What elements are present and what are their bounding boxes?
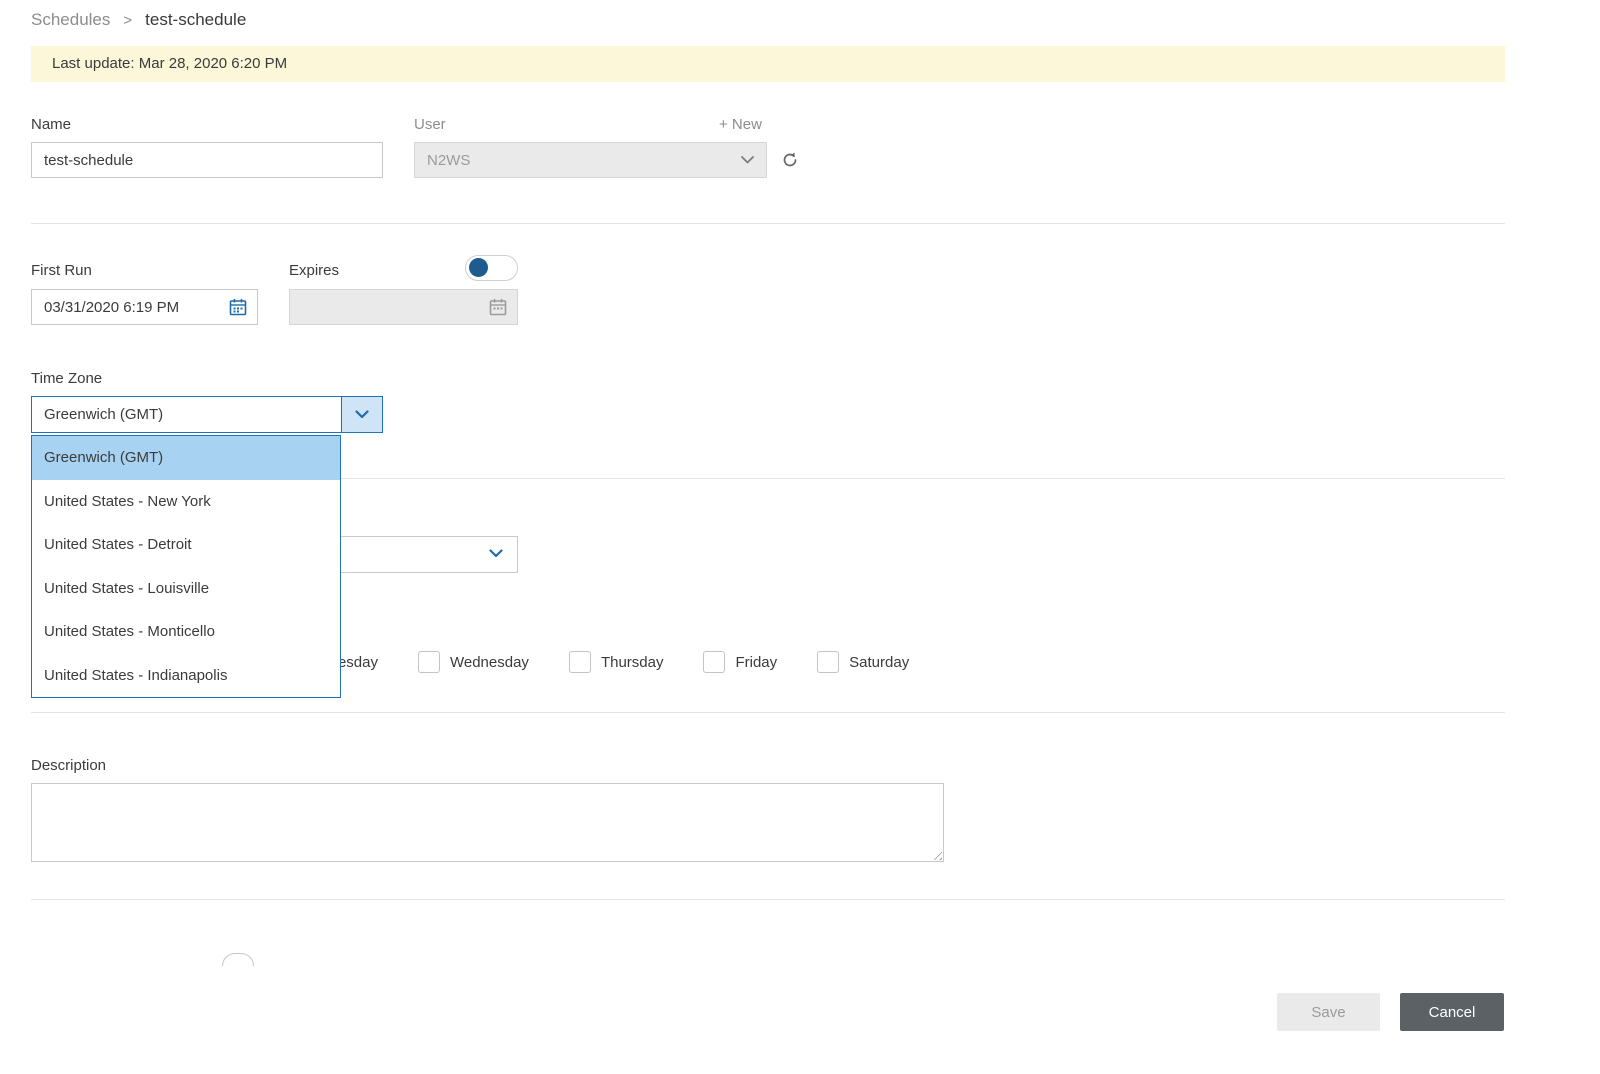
timezone-option[interactable]: United States - Louisville xyxy=(32,567,340,611)
section-divider xyxy=(31,899,1505,900)
day-checkbox-wednesday[interactable]: Wednesday xyxy=(417,651,529,673)
description-label: Description xyxy=(31,757,107,774)
user-select-value: N2WS xyxy=(427,151,471,169)
refresh-icon xyxy=(781,151,799,169)
day-label: Thursday xyxy=(600,653,664,671)
chevron-down-icon xyxy=(489,549,503,558)
timezone-option[interactable]: United States - Detroit xyxy=(32,523,340,567)
first-run-value: 03/31/2020 6:19 PM xyxy=(44,298,180,316)
expires-toggle[interactable] xyxy=(465,255,518,281)
day-checkbox-thursday[interactable]: Thursday xyxy=(568,651,664,673)
breadcrumb-separator-icon: > xyxy=(123,11,133,29)
toggle-knob-icon xyxy=(469,258,488,277)
day-label: Wednesday xyxy=(449,653,529,671)
checkbox-icon[interactable] xyxy=(817,651,840,673)
time-zone-label: Time Zone xyxy=(31,370,103,387)
last-update-text: Last update: Mar 28, 2020 6:20 PM xyxy=(52,55,288,72)
refresh-user-button[interactable] xyxy=(780,150,800,170)
name-input[interactable] xyxy=(31,142,383,178)
day-checkbox-saturday[interactable]: Saturday xyxy=(817,651,909,673)
section-divider xyxy=(31,223,1505,224)
new-user-link[interactable]: + New xyxy=(719,116,762,133)
days-row: Tuesday Wednesday Thursday Friday Saturday xyxy=(289,651,909,673)
expires-datepicker[interactable] xyxy=(289,289,518,325)
timezone-option[interactable]: United States - Indianapolis xyxy=(32,654,340,698)
time-zone-select[interactable]: Greenwich (GMT) xyxy=(31,396,383,433)
last-update-banner: Last update: Mar 28, 2020 6:20 PM xyxy=(31,46,1505,82)
calendar-icon xyxy=(489,298,507,316)
expires-label: Expires xyxy=(289,262,340,279)
save-button[interactable]: Save xyxy=(1277,993,1380,1031)
cancel-button[interactable]: Cancel xyxy=(1400,993,1504,1031)
timezone-option[interactable]: United States - New York xyxy=(32,480,340,524)
description-textarea[interactable] xyxy=(32,784,943,861)
chevron-down-icon xyxy=(741,156,754,164)
schedule-edit-page: Schedules > test-schedule Last update: M… xyxy=(0,0,1600,1074)
first-run-datepicker[interactable]: 03/31/2020 6:19 PM xyxy=(31,289,258,325)
toggle-track-icon xyxy=(222,953,254,966)
user-label: User xyxy=(414,116,446,133)
checkbox-icon[interactable] xyxy=(703,651,726,673)
timezone-dropdown-list: Greenwich (GMT) United States - New York U… xyxy=(31,435,341,698)
calendar-icon[interactable] xyxy=(229,298,247,316)
timezone-option[interactable]: Greenwich (GMT) xyxy=(32,436,340,480)
first-run-label: First Run xyxy=(31,262,92,279)
breadcrumb-schedules-link[interactable]: Schedules xyxy=(31,10,110,30)
day-label: Saturday xyxy=(849,653,910,671)
time-zone-value: Greenwich (GMT) xyxy=(44,406,164,423)
checkbox-icon[interactable] xyxy=(417,651,440,673)
partial-toggle[interactable] xyxy=(222,953,254,966)
timezone-option[interactable]: United States - Monticello xyxy=(32,610,340,654)
day-checkbox-friday[interactable]: Friday xyxy=(703,651,777,673)
checkbox-icon[interactable] xyxy=(568,651,591,673)
breadcrumb: Schedules > test-schedule xyxy=(31,6,246,34)
day-label: Friday xyxy=(735,653,778,671)
name-label: Name xyxy=(31,116,72,133)
section-divider xyxy=(31,712,1505,713)
user-select[interactable]: N2WS xyxy=(414,142,767,178)
chevron-down-icon[interactable] xyxy=(341,397,382,432)
breadcrumb-current: test-schedule xyxy=(145,10,247,29)
description-field xyxy=(31,783,944,862)
